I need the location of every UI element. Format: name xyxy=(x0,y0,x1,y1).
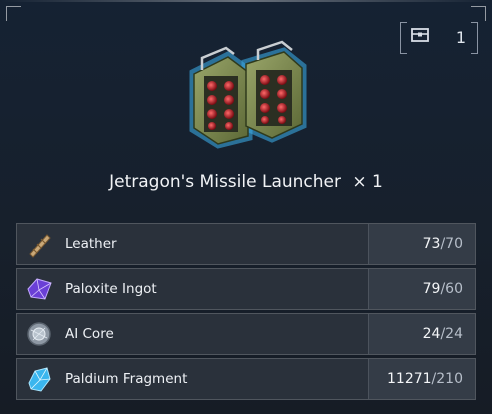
ai-core-icon xyxy=(25,320,53,348)
requirement-name: Leather xyxy=(65,236,117,252)
requirement-need: 210 xyxy=(436,371,463,387)
requirement-count: 73 / 70 xyxy=(368,224,475,264)
requirement-name: Paloxite Ingot xyxy=(65,281,157,297)
requirement-main: Paldium Fragment xyxy=(17,359,368,399)
storage-bracket-left xyxy=(400,22,407,54)
requirement-main: Paloxite Ingot xyxy=(17,269,368,309)
storage-bracket-right xyxy=(471,22,478,54)
requirement-main: Leather xyxy=(17,224,368,264)
requirement-main: AI Core xyxy=(17,314,368,354)
requirement-count: 11271 / 210 xyxy=(368,359,475,399)
storage-count: 1 xyxy=(455,27,466,47)
requirement-need: 24 xyxy=(445,326,463,342)
list-item[interactable]: Paloxite Ingot 79 / 60 xyxy=(16,268,476,310)
list-item[interactable]: Leather 73 / 70 xyxy=(16,223,476,265)
requirement-name: Paldium Fragment xyxy=(65,371,188,387)
list-item[interactable]: Paldium Fragment 11271 / 210 xyxy=(16,358,476,400)
panel-top-highlight xyxy=(0,0,492,2)
requirement-have: 24 xyxy=(422,326,441,342)
panel-corner-decoration xyxy=(471,6,486,21)
item-name: Jetragon's Missile Launcher xyxy=(109,172,341,192)
missile-launcher-icon xyxy=(180,40,315,150)
item-quantity: 1 xyxy=(372,172,383,192)
requirement-have: 79 xyxy=(422,281,441,297)
crafting-panel: 1 Jetragon's Missile Launcher × 1 Leathe… xyxy=(0,0,492,414)
item-title: Jetragon's Missile Launcher × 1 xyxy=(0,172,492,192)
storage-indicator[interactable]: 1 xyxy=(400,22,478,54)
item-times-symbol: × xyxy=(352,172,367,192)
requirement-have: 73 xyxy=(422,236,441,252)
requirement-count: 24 / 24 xyxy=(368,314,475,354)
requirement-count: 79 / 60 xyxy=(368,269,475,309)
requirement-name: AI Core xyxy=(65,326,114,342)
requirement-need: 70 xyxy=(445,236,463,252)
chest-icon xyxy=(410,27,430,47)
requirement-need: 60 xyxy=(445,281,463,297)
list-item[interactable]: AI Core 24 / 24 xyxy=(16,313,476,355)
panel-corner-decoration xyxy=(6,6,21,21)
paldium-fragment-icon xyxy=(25,365,53,393)
leather-icon xyxy=(25,230,53,258)
requirement-have: 11271 xyxy=(387,371,432,387)
paloxite-ingot-icon xyxy=(25,275,53,303)
requirements-list: Leather 73 / 70 Paloxite Ingot 79 / 60 A… xyxy=(16,223,476,403)
